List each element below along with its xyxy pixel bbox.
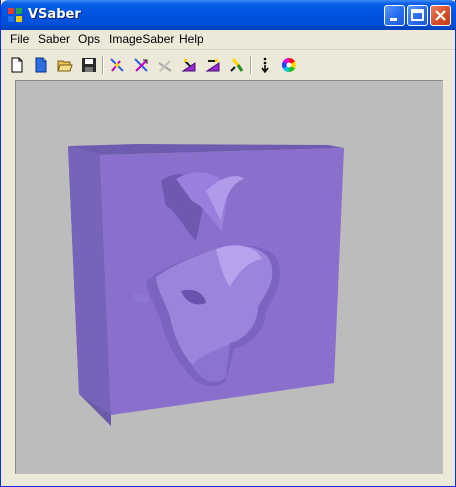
saber-tool-1-icon: [110, 58, 124, 72]
saber-tool-3-button[interactable]: [178, 54, 200, 76]
open-button[interactable]: [54, 54, 76, 76]
color-wheel-button[interactable]: [278, 54, 300, 76]
open-folder-icon: [57, 60, 73, 72]
saber-tool-2-button[interactable]: [130, 54, 152, 76]
saber-tool-2-icon: [134, 58, 148, 72]
saber-tool-4-icon: [205, 59, 220, 72]
dots-arrow-icon: [261, 57, 269, 73]
close-button[interactable]: [430, 5, 451, 26]
menu-file[interactable]: File: [10, 32, 29, 46]
window-title: VSaber: [28, 7, 81, 22]
minimize-icon: [390, 18, 397, 21]
relief-rendering: [68, 144, 344, 426]
saber-tool-3-icon: [181, 59, 196, 72]
close-icon: [435, 10, 446, 21]
save-disk-icon: [82, 58, 96, 72]
toolbar-separator: [250, 56, 252, 74]
saber-tool-1-button[interactable]: [106, 54, 128, 76]
save-button[interactable]: [78, 54, 100, 76]
saber-tool-disabled-icon: [158, 60, 172, 72]
new-button[interactable]: [6, 54, 28, 76]
toolbar: [1, 51, 455, 78]
toolbar-separator: [102, 56, 104, 74]
paint-brush-button[interactable]: [226, 54, 248, 76]
app-window: VSaber File Saber Ops ImageSaber Help: [0, 0, 456, 487]
paint-brush-icon: [230, 58, 244, 72]
menu-help[interactable]: Help: [179, 32, 204, 46]
minimize-button[interactable]: [384, 5, 405, 26]
saber-tool-4-button[interactable]: [202, 54, 224, 76]
maximize-icon: [411, 9, 424, 21]
color-wheel-icon: [282, 58, 296, 72]
title-bar[interactable]: VSaber: [1, 0, 456, 30]
new-blue-document-icon: [35, 57, 47, 73]
3d-viewport[interactable]: [15, 80, 443, 474]
menu-saber[interactable]: Saber: [38, 32, 70, 46]
new-document-icon: [11, 57, 23, 73]
saber-tool-disabled-button[interactable]: [154, 54, 176, 76]
app-icon: [7, 7, 23, 23]
menu-bar: File Saber Ops ImageSaber Help: [1, 30, 455, 50]
new-alt-button[interactable]: [30, 54, 52, 76]
menu-imagesaber[interactable]: ImageSaber: [109, 32, 174, 46]
menu-ops[interactable]: Ops: [78, 32, 100, 46]
dots-arrow-button[interactable]: [254, 54, 276, 76]
maximize-button[interactable]: [407, 5, 428, 26]
